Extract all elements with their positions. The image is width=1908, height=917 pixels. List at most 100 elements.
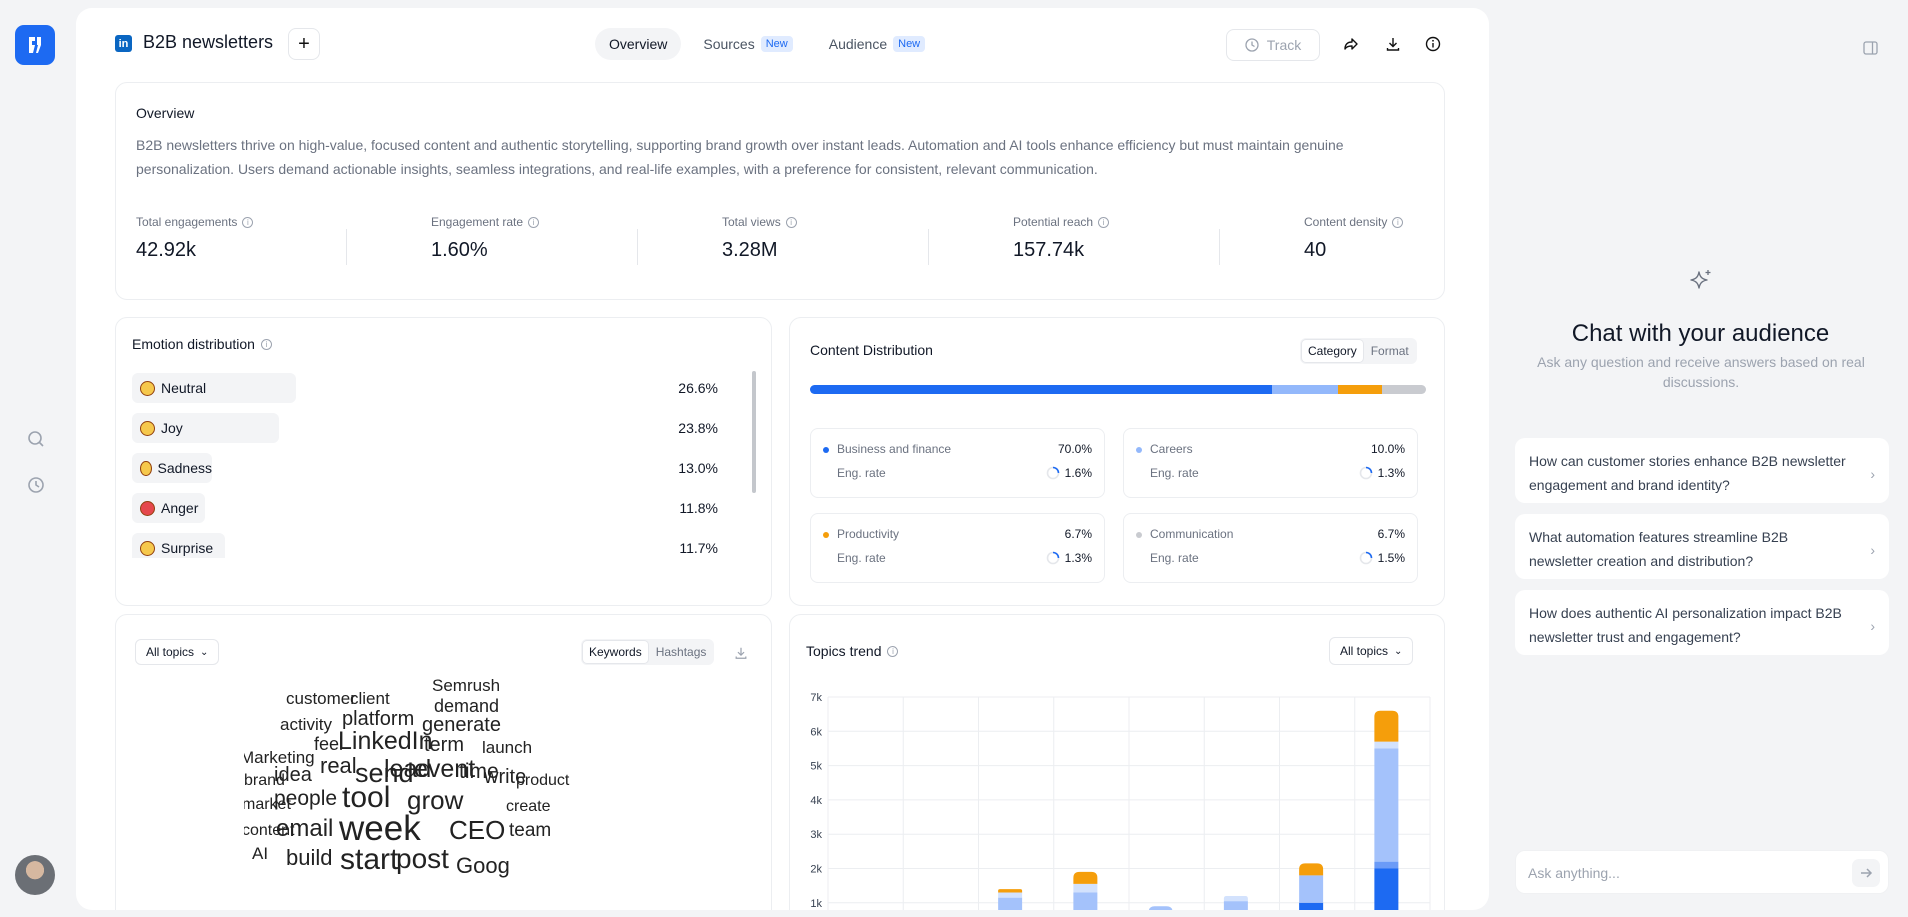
scrollbar[interactable] [752, 371, 756, 493]
bar-segment[interactable] [1374, 868, 1399, 911]
toggle-hashtags[interactable]: Hashtags [650, 641, 713, 663]
word-cloud: Semrush customer client demand activity platf… [244, 677, 664, 910]
info-icon[interactable]: i [260, 338, 272, 350]
tab-audience[interactable]: Audience New [815, 28, 939, 60]
bar-segment[interactable] [1299, 902, 1324, 910]
bar-segment[interactable] [1073, 892, 1098, 910]
sparkle-icon [1688, 268, 1714, 299]
legend-dot [823, 447, 829, 453]
word-cloud-word[interactable]: idea [274, 765, 312, 785]
chat-input[interactable] [1528, 863, 1828, 883]
word-cloud-word[interactable]: client [350, 690, 390, 707]
word-cloud-word[interactable]: start [340, 845, 398, 875]
download-icon[interactable] [1382, 33, 1404, 55]
word-cloud-word[interactable]: team [509, 821, 551, 840]
bar-segment[interactable] [1374, 748, 1399, 862]
user-avatar[interactable] [15, 855, 55, 895]
wordcloud-card: All topics ⌄ Keywords Hashtags Semrush cus… [115, 614, 772, 910]
info-icon[interactable]: i [785, 216, 797, 228]
bar-segment[interactable] [998, 889, 1023, 893]
word-cloud-word[interactable]: real [320, 755, 357, 777]
bar-segment[interactable] [1374, 861, 1399, 869]
word-cloud-word[interactable]: generate [422, 715, 501, 735]
bar-segment[interactable] [1073, 883, 1098, 893]
search-icon[interactable] [25, 428, 47, 450]
word-cloud-word[interactable]: event [414, 757, 475, 782]
word-cloud-word[interactable]: create [506, 799, 550, 815]
bar-segment[interactable] [1148, 906, 1173, 910]
word-cloud-word[interactable]: launch [482, 739, 532, 756]
bar-segment[interactable] [1374, 741, 1399, 749]
info-icon[interactable]: i [1098, 216, 1110, 228]
info-icon[interactable]: i [1392, 216, 1404, 228]
bar-segment[interactable] [1374, 710, 1399, 742]
bar-segment[interactable] [998, 897, 1023, 910]
word-cloud-word[interactable]: activity [280, 716, 332, 733]
tab-label: Overview [609, 36, 668, 52]
word-cloud-word[interactable]: week [339, 811, 421, 846]
category-percent: 6.7% [1064, 527, 1092, 541]
bar-segment[interactable] [1073, 871, 1098, 884]
word-cloud-word[interactable]: AI [252, 845, 268, 862]
suggested-question[interactable]: What automation features streamline B2B … [1515, 514, 1889, 579]
suggested-question[interactable]: How can customer stories enhance B2B new… [1515, 438, 1889, 503]
word-cloud-word[interactable]: CEO [449, 817, 505, 843]
word-cloud-word[interactable]: Goog [456, 855, 510, 877]
category-card[interactable]: Careers 10.0% Eng. rate 1.3% [1123, 428, 1418, 498]
word-cloud-word[interactable]: LinkedIn [338, 729, 433, 754]
add-button[interactable]: + [288, 28, 320, 60]
arrow-right-icon [1861, 868, 1873, 878]
word-cloud-word[interactable]: customer [286, 690, 356, 707]
progress-ring-icon [1359, 466, 1372, 480]
emotion-pill: Sadness [132, 453, 212, 483]
info-icon[interactable]: i [242, 216, 254, 228]
word-cloud-word[interactable]: term [424, 735, 464, 755]
metric-value: 157.74k [1013, 239, 1085, 261]
topics-dropdown[interactable]: All topics ⌄ [135, 639, 220, 665]
category-card[interactable]: Communication 6.7% Eng. rate 1.5% [1123, 513, 1418, 583]
suggested-question[interactable]: How does authentic AI personalization im… [1515, 590, 1889, 655]
bar-segment[interactable] [1299, 875, 1324, 903]
category-card[interactable]: Business and finance 70.0% Eng. rate 1.6% [810, 428, 1105, 498]
send-button[interactable] [1852, 859, 1880, 887]
track-button[interactable]: Track [1226, 29, 1320, 61]
emotion-value: 13.0% [678, 460, 718, 476]
word-cloud-word[interactable]: people [274, 788, 337, 809]
bar-segment[interactable] [1223, 901, 1248, 910]
word-cloud-word[interactable]: email [276, 817, 333, 841]
emoji-icon [140, 540, 155, 556]
bar-segment[interactable] [1223, 895, 1248, 902]
category-card[interactable]: Productivity 6.7% Eng. rate 1.3% [810, 513, 1105, 583]
eng-rate-value: 1.5% [1377, 551, 1405, 565]
toggle-category[interactable]: Category [1302, 340, 1363, 362]
category-percent: 10.0% [1370, 442, 1405, 456]
info-icon[interactable] [1422, 33, 1444, 55]
bar-segment[interactable] [998, 892, 1023, 898]
word-cloud-word[interactable]: Semrush [432, 677, 500, 694]
emotion-row: Sadness 13.0% [132, 453, 752, 483]
chevron-down-icon: ⌄ [200, 646, 209, 658]
word-cloud-word[interactable]: platform [342, 709, 414, 729]
download-icon[interactable] [730, 642, 752, 664]
new-badge: New [893, 36, 926, 52]
tab-overview[interactable]: Overview [595, 28, 682, 60]
chevron-right-icon: › [1870, 542, 1875, 558]
metric-label: Total views [722, 215, 781, 229]
word-cloud-word[interactable]: build [286, 847, 332, 869]
word-cloud-word[interactable]: post [396, 845, 449, 873]
emoji-icon [140, 420, 155, 436]
legend-dot [1136, 532, 1142, 538]
share-icon[interactable] [1340, 33, 1362, 55]
toggle-format[interactable]: Format [1365, 340, 1415, 362]
tab-sources[interactable]: Sources New [689, 28, 806, 60]
category-percent: 70.0% [1057, 442, 1092, 456]
word-cloud-word[interactable]: product [516, 773, 569, 789]
word-cloud-word[interactable]: demand [434, 697, 499, 715]
sidebar-toggle-icon[interactable] [1859, 37, 1881, 59]
app-logo[interactable] [15, 25, 55, 65]
history-icon[interactable] [25, 474, 47, 496]
emotion-pill: Joy [132, 413, 279, 443]
bar-segment[interactable] [1299, 863, 1324, 876]
info-icon[interactable]: i [528, 216, 540, 228]
toggle-keywords[interactable]: Keywords [583, 641, 648, 663]
